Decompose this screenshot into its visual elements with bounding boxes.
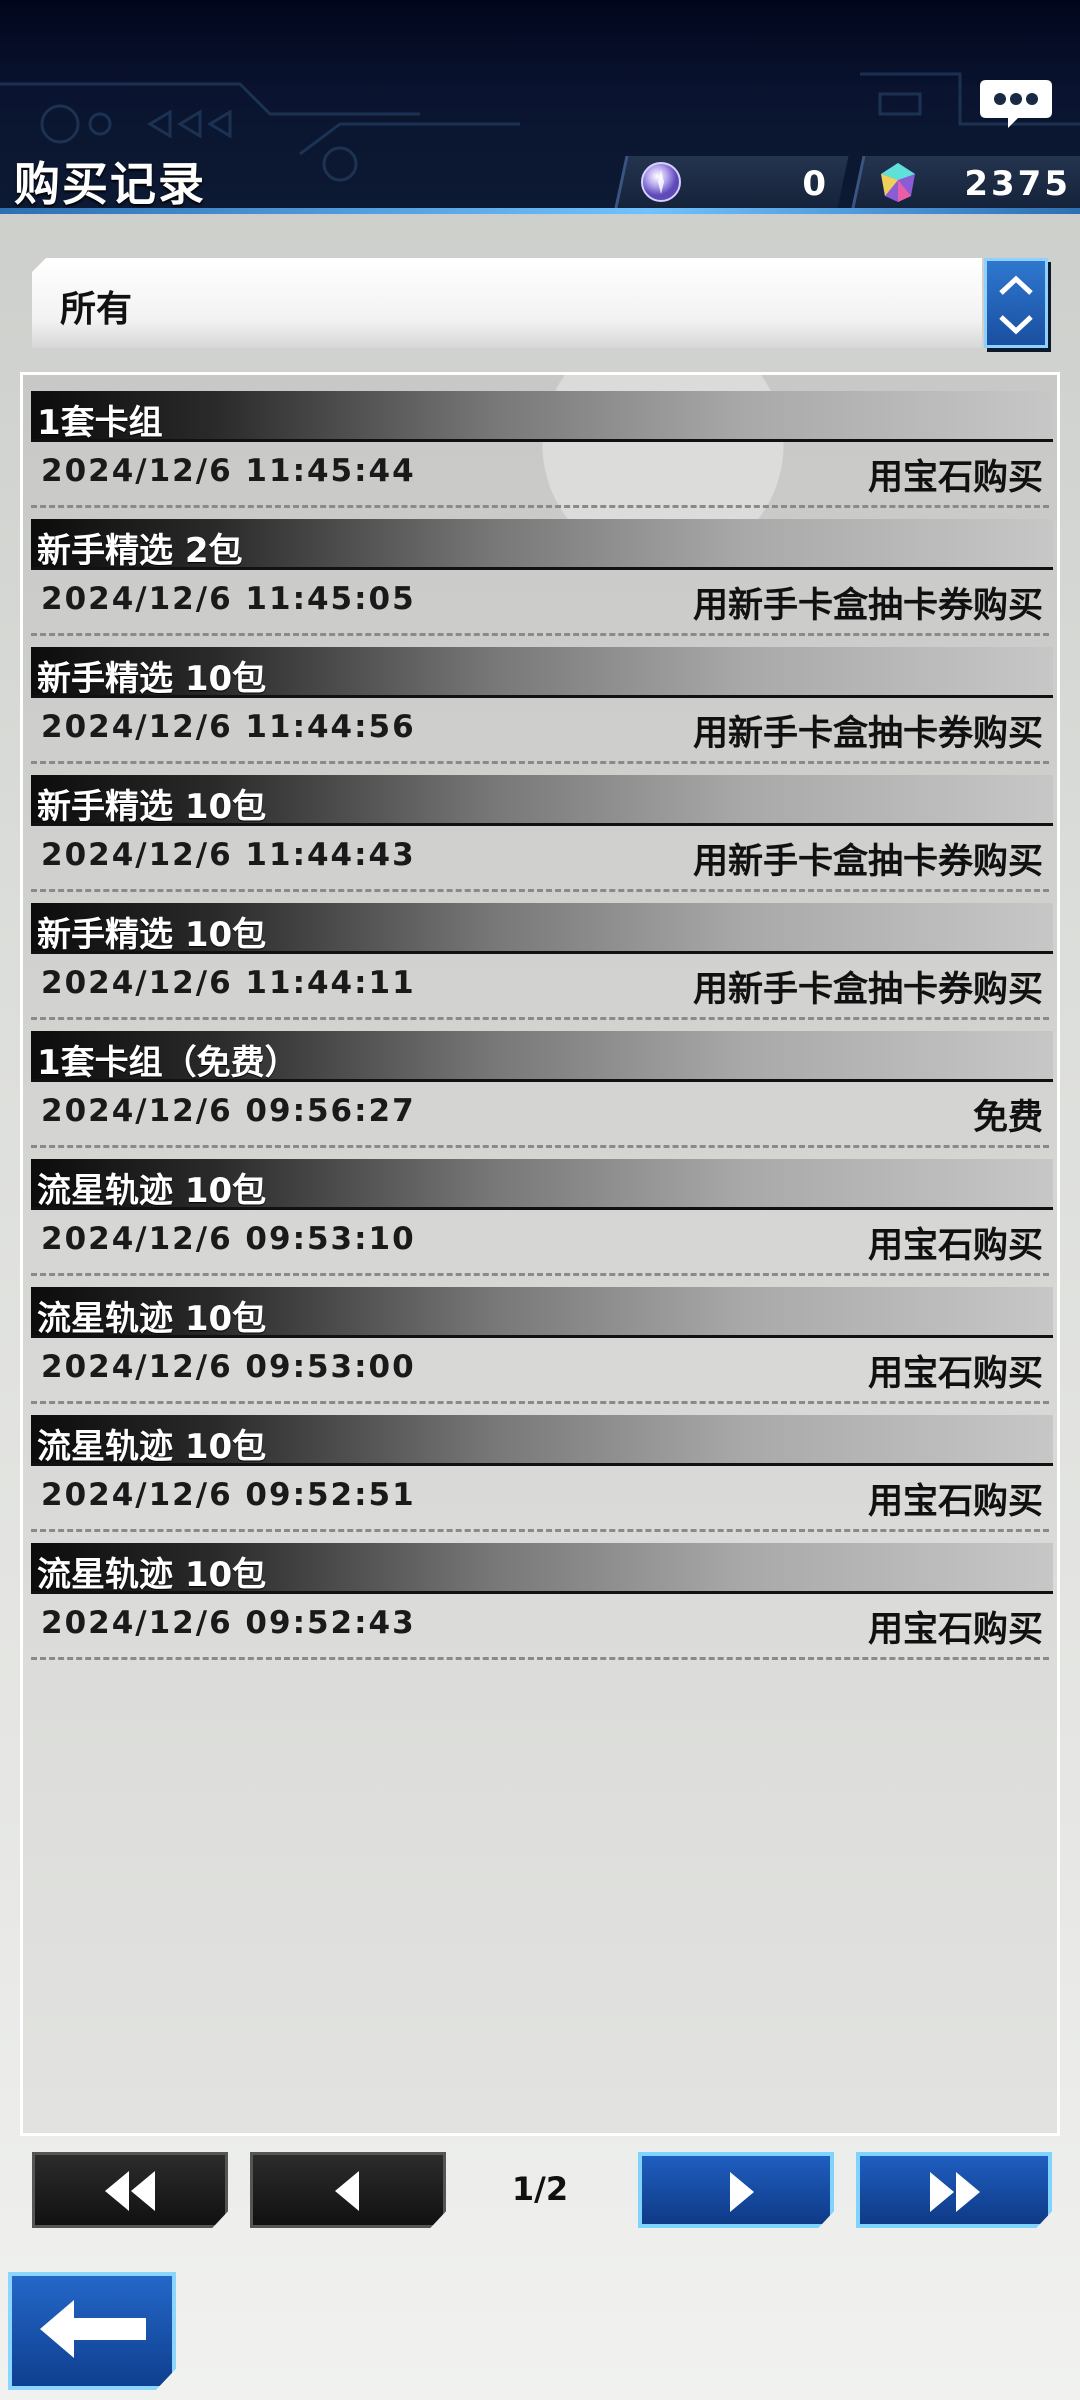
record-title-bar: 流星轨迹 10包 bbox=[31, 1159, 1053, 1211]
record-title: 流星轨迹 10包 bbox=[37, 1171, 267, 1211]
top-header: 购买记录 0 2375 bbox=[0, 0, 1080, 214]
record-divider bbox=[31, 1273, 1049, 1276]
orb-count: 0 bbox=[802, 164, 829, 204]
record-date: 2024/12/6 11:44:11 bbox=[41, 965, 416, 1001]
record-row: 新手精选 2包 2024/12/6 11:45:05 用新手卡盒抽卡券购买 bbox=[31, 519, 1053, 647]
record-payment-method: 用宝石购买 bbox=[867, 1610, 1043, 1650]
record-date: 2024/12/6 09:53:00 bbox=[41, 1349, 416, 1385]
chat-bubble-icon[interactable] bbox=[978, 78, 1054, 130]
record-divider bbox=[31, 761, 1049, 764]
record-row: 新手精选 10包 2024/12/6 11:44:11 用新手卡盒抽卡券购买 bbox=[31, 903, 1053, 1031]
record-title-bar: 1套卡组 bbox=[31, 391, 1053, 443]
record-date: 2024/12/6 11:45:44 bbox=[41, 453, 416, 489]
record-title-bar: 流星轨迹 10包 bbox=[31, 1543, 1053, 1595]
record-title-bar: 新手精选 10包 bbox=[31, 903, 1053, 955]
record-row: 流星轨迹 10包 2024/12/6 09:53:00 用宝石购买 bbox=[31, 1287, 1053, 1415]
right-arrow-icon bbox=[730, 2172, 754, 2212]
record-title: 新手精选 10包 bbox=[37, 787, 267, 827]
record-payment-method: 用新手卡盒抽卡券购买 bbox=[692, 842, 1043, 882]
double-left-arrow-icon bbox=[105, 2171, 155, 2211]
record-divider bbox=[31, 1657, 1049, 1660]
record-payment-method: 用宝石购买 bbox=[867, 458, 1043, 498]
record-title: 1套卡组 bbox=[37, 403, 163, 443]
record-date: 2024/12/6 11:44:56 bbox=[41, 709, 416, 745]
record-row: 1套卡组（免费） 2024/12/6 09:56:27 免费 bbox=[31, 1031, 1053, 1159]
left-arrow-icon bbox=[335, 2171, 359, 2211]
record-row: 新手精选 10包 2024/12/6 11:44:43 用新手卡盒抽卡券购买 bbox=[31, 775, 1053, 903]
last-page-button[interactable] bbox=[856, 2152, 1052, 2228]
record-date: 2024/12/6 09:56:27 bbox=[41, 1093, 416, 1129]
record-date: 2024/12/6 09:52:51 bbox=[41, 1477, 416, 1513]
double-right-arrow-icon bbox=[930, 2172, 980, 2212]
record-title: 新手精选 10包 bbox=[37, 915, 267, 955]
record-divider bbox=[31, 1529, 1049, 1532]
page-indicator: 1/2 bbox=[511, 2170, 569, 2208]
up-arrow-icon bbox=[999, 275, 1033, 295]
record-title-bar: 流星轨迹 10包 bbox=[31, 1287, 1053, 1339]
record-title: 1套卡组（免费） bbox=[37, 1043, 299, 1083]
record-title: 流星轨迹 10包 bbox=[37, 1427, 267, 1467]
next-page-button[interactable] bbox=[638, 2152, 834, 2228]
up-down-arrows-icon[interactable] bbox=[984, 258, 1048, 348]
record-title: 新手精选 10包 bbox=[37, 659, 267, 699]
record-title: 新手精选 2包 bbox=[37, 531, 243, 571]
record-row: 流星轨迹 10包 2024/12/6 09:52:51 用宝石购买 bbox=[31, 1415, 1053, 1543]
record-title-bar: 新手精选 2包 bbox=[31, 519, 1053, 571]
record-date: 2024/12/6 11:44:43 bbox=[41, 837, 416, 873]
record-payment-method: 用宝石购买 bbox=[867, 1482, 1043, 1522]
back-button[interactable] bbox=[8, 2272, 176, 2390]
record-divider bbox=[31, 889, 1049, 892]
filter-selected-value: 所有 bbox=[60, 289, 133, 330]
record-payment-method: 用宝石购买 bbox=[867, 1354, 1043, 1394]
record-payment-method: 用宝石购买 bbox=[867, 1226, 1043, 1266]
header-accent-line bbox=[0, 208, 1080, 214]
record-divider bbox=[31, 505, 1049, 508]
gem-currency-display: 2375 bbox=[851, 156, 1080, 208]
gem-icon bbox=[881, 163, 915, 202]
record-divider bbox=[31, 1145, 1049, 1148]
record-title-bar: 新手精选 10包 bbox=[31, 775, 1053, 827]
orb-currency-display: 0 bbox=[614, 156, 849, 208]
record-title-bar: 1套卡组（免费） bbox=[31, 1031, 1053, 1083]
record-title-bar: 流星轨迹 10包 bbox=[31, 1415, 1053, 1467]
first-page-button[interactable] bbox=[32, 2152, 228, 2228]
filter-dropdown[interactable]: 所有 bbox=[32, 258, 982, 348]
previous-page-button[interactable] bbox=[250, 2152, 446, 2228]
down-arrow-icon bbox=[999, 315, 1033, 335]
record-payment-method: 用新手卡盒抽卡券购买 bbox=[692, 714, 1043, 754]
record-row: 新手精选 10包 2024/12/6 11:44:56 用新手卡盒抽卡券购买 bbox=[31, 647, 1053, 775]
purchase-record-list[interactable]: 1套卡组 2024/12/6 11:45:44 用宝石购买 新手精选 2包 2024/1… bbox=[20, 372, 1060, 2136]
record-row: 1套卡组 2024/12/6 11:45:44 用宝石购买 bbox=[31, 391, 1053, 519]
record-date: 2024/12/6 09:53:10 bbox=[41, 1221, 416, 1257]
gem-count: 2375 bbox=[964, 164, 1071, 204]
record-payment-method: 用新手卡盒抽卡券购买 bbox=[692, 586, 1043, 626]
record-row: 流星轨迹 10包 2024/12/6 09:52:43 用宝石购买 bbox=[31, 1543, 1053, 1671]
orb-icon bbox=[641, 162, 681, 202]
record-payment-method: 免费 bbox=[972, 1098, 1043, 1138]
back-arrow-icon bbox=[40, 2300, 146, 2358]
record-date: 2024/12/6 11:45:05 bbox=[41, 581, 416, 617]
record-payment-method: 用新手卡盒抽卡券购买 bbox=[692, 970, 1043, 1010]
record-divider bbox=[31, 1401, 1049, 1404]
page-title: 购买记录 bbox=[14, 157, 206, 211]
record-date: 2024/12/6 09:52:43 bbox=[41, 1605, 416, 1641]
record-row: 流星轨迹 10包 2024/12/6 09:53:10 用宝石购买 bbox=[31, 1159, 1053, 1287]
record-title-bar: 新手精选 10包 bbox=[31, 647, 1053, 699]
record-title: 流星轨迹 10包 bbox=[37, 1555, 267, 1595]
record-divider bbox=[31, 1017, 1049, 1020]
record-divider bbox=[31, 633, 1049, 636]
record-title: 流星轨迹 10包 bbox=[37, 1299, 267, 1339]
